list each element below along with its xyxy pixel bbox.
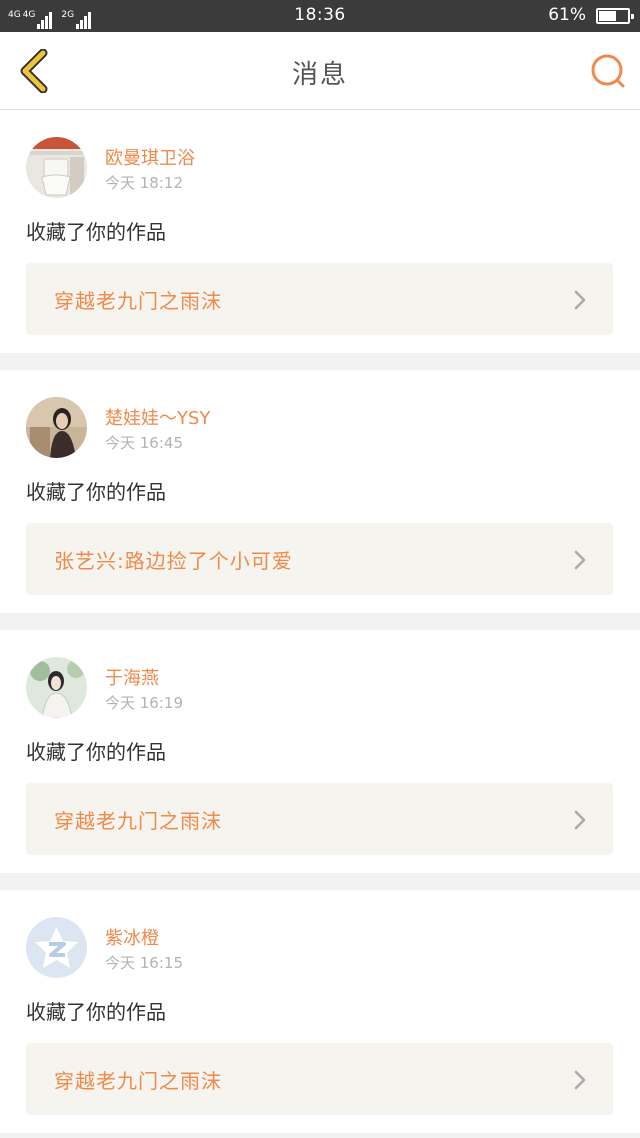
chevron-right-icon	[574, 550, 586, 570]
search-button[interactable]	[586, 49, 630, 93]
avatar[interactable]	[26, 397, 87, 458]
chevron-right-icon	[574, 810, 586, 830]
action-text: 收藏了你的作品	[26, 220, 166, 244]
avatar[interactable]	[26, 917, 87, 978]
action-text: 收藏了你的作品	[26, 740, 166, 764]
message-card: 欧曼琪卫浴 今天 18:12 收藏了你的作品 穿越老九门之雨沫	[0, 110, 640, 353]
battery-level	[599, 11, 617, 21]
status-time: 18:36	[294, 5, 346, 25]
avatar[interactable]	[26, 137, 87, 198]
avatar-image-icon	[26, 397, 87, 458]
app-header: 消息	[0, 32, 640, 110]
page-title: 消息	[291, 60, 348, 90]
work-link[interactable]: 张艺兴:路边捡了个小可爱	[26, 523, 613, 595]
chevron-right-icon	[574, 290, 586, 310]
message-time: 今天 16:45	[105, 434, 183, 452]
message-time: 今天 16:19	[105, 694, 183, 712]
message-card: 于海燕 今天 16:19 收藏了你的作品 穿越老九门之雨沫	[0, 630, 640, 873]
avatar-image-icon	[26, 137, 87, 198]
work-link[interactable]: 穿越老九门之雨沫	[26, 263, 613, 335]
action-text: 收藏了你的作品	[26, 480, 166, 504]
battery-percent: 61%	[548, 5, 586, 25]
username[interactable]: 欧曼琪卫浴	[105, 144, 195, 170]
message-card: 紫冰橙 今天 16:15 收藏了你的作品 穿越老九门之雨沫	[0, 890, 640, 1133]
search-icon	[591, 54, 625, 88]
message-time: 今天 18:12	[105, 174, 183, 192]
username[interactable]: 紫冰橙	[105, 924, 159, 950]
default-avatar-icon	[26, 917, 87, 978]
work-title: 穿越老九门之雨沫	[54, 289, 222, 313]
work-title: 张艺兴:路边捡了个小可爱	[54, 549, 293, 573]
status-bar: 4G 4G 2G 18:36 61%	[0, 0, 640, 32]
username[interactable]: 于海燕	[105, 664, 159, 690]
message-card: 楚娃娃～YSY 今天 16:45 收藏了你的作品 张艺兴:路边捡了个小可爱	[0, 370, 640, 613]
avatar-image-icon	[26, 657, 87, 718]
work-title: 穿越老九门之雨沫	[54, 809, 222, 833]
avatar[interactable]	[26, 657, 87, 718]
work-link[interactable]: 穿越老九门之雨沫	[26, 783, 613, 855]
battery-icon	[596, 8, 634, 24]
username[interactable]: 楚娃娃～YSY	[105, 404, 210, 430]
work-link[interactable]: 穿越老九门之雨沫	[26, 1043, 613, 1115]
action-text: 收藏了你的作品	[26, 1000, 166, 1024]
work-title: 穿越老九门之雨沫	[54, 1069, 222, 1093]
chevron-right-icon	[574, 1070, 586, 1090]
message-time: 今天 16:15	[105, 954, 183, 972]
